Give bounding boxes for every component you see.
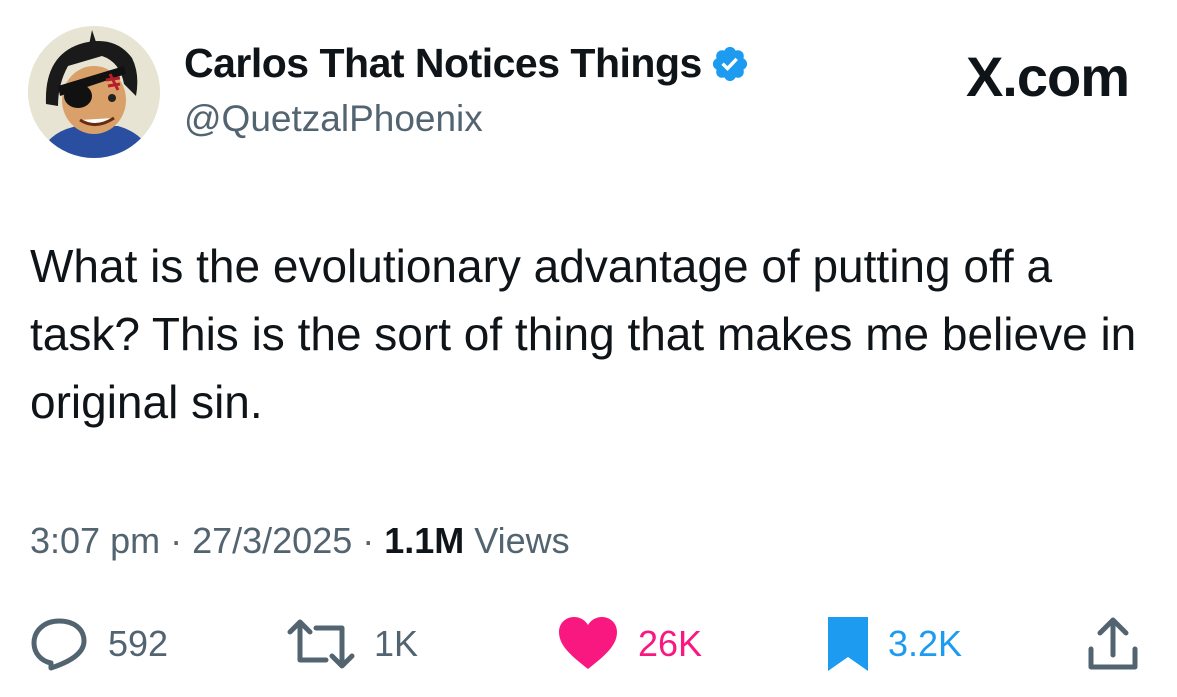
share-icon [1088, 617, 1138, 670]
views-count: 1.1M [384, 520, 465, 561]
repost-button[interactable]: 1K [286, 612, 418, 676]
meta-separator: · [160, 520, 193, 561]
repost-count: 1K [374, 623, 419, 664]
like-count: 26K [638, 623, 703, 664]
views-label: Views [474, 520, 570, 561]
reply-icon [31, 618, 87, 671]
share-button[interactable] [1086, 612, 1140, 676]
bookmark-icon [828, 617, 868, 671]
heart-icon [559, 617, 617, 669]
author-handle[interactable]: @QuetzalPhoenix [184, 98, 483, 140]
reply-button[interactable]: 592 [28, 612, 168, 676]
meta-separator: · [352, 520, 385, 561]
tweet-meta: 3:07 pm · 27/3/2025 · 1.1M Views [30, 520, 570, 562]
author-name-row: Carlos That Notices Things [184, 40, 750, 87]
reply-count: 592 [108, 623, 169, 664]
tweet-date[interactable]: 27/3/2025 [192, 520, 352, 561]
like-button[interactable]: 26K [556, 612, 702, 676]
tweet-time[interactable]: 3:07 pm [30, 520, 160, 561]
avatar-image [28, 26, 160, 158]
tweet-text: What is the evolutionary advantage of pu… [30, 240, 1137, 428]
avatar[interactable] [28, 26, 160, 158]
brand-label: X.com [965, 45, 1130, 108]
verified-badge-icon[interactable] [710, 44, 750, 84]
action-bar: 592 1K 26K 3.2K [0, 612, 1177, 676]
bookmark-button[interactable]: 3.2K [826, 612, 962, 676]
author-display-name[interactable]: Carlos That Notices Things [184, 40, 702, 87]
repost-icon [287, 619, 355, 669]
bookmark-count: 3.2K [888, 623, 963, 664]
